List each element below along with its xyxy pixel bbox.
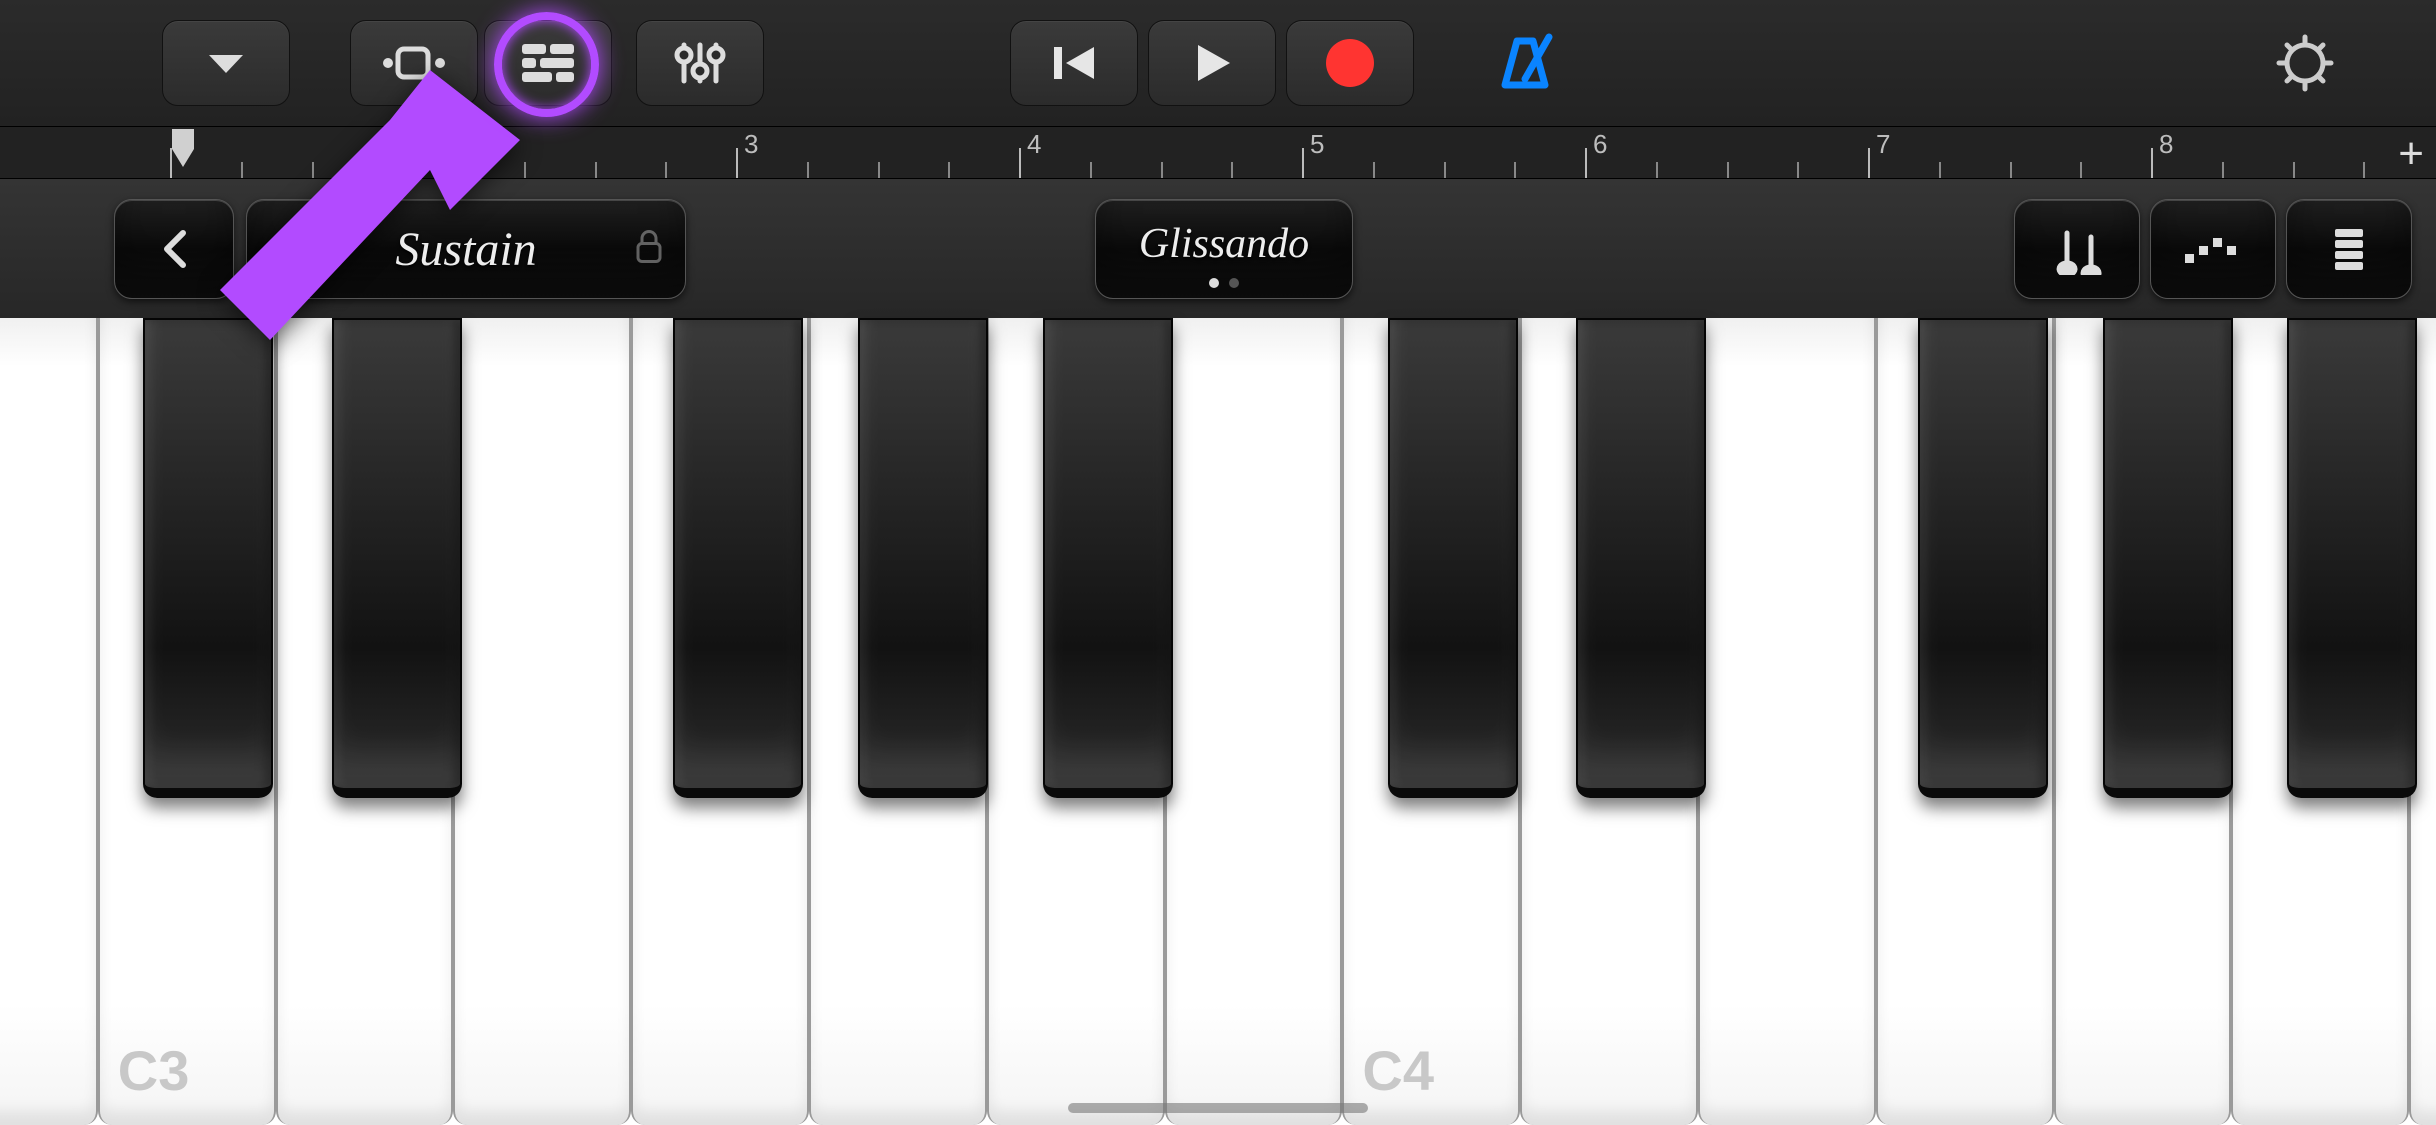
ruler-tick (1231, 162, 1233, 178)
ruler-tick (948, 162, 950, 178)
ruler-tick (1727, 162, 1729, 178)
record-button[interactable] (1286, 20, 1414, 106)
ruler-tick (1585, 148, 1587, 178)
metronome-icon (1495, 33, 1555, 93)
ruler-tick (1373, 162, 1375, 178)
ruler-tick (2151, 148, 2153, 178)
ruler-tick (807, 162, 809, 178)
ruler-tick (2363, 162, 2365, 178)
notes-icon (2049, 223, 2105, 275)
ruler-tick (665, 162, 667, 178)
ruler-bar-number: 6 (1593, 129, 1607, 160)
gear-icon (2276, 34, 2334, 92)
ruler-tick (1868, 148, 1870, 178)
arpeggiator-button[interactable] (2150, 199, 2276, 299)
ruler-bar-number: 7 (1876, 129, 1890, 160)
octave-label: C4 (1362, 1038, 1434, 1103)
white-key[interactable] (453, 318, 631, 1125)
black-key[interactable] (673, 318, 803, 798)
ruler-tick (1444, 162, 1446, 178)
ruler-tick (1514, 162, 1516, 178)
ruler-bar-number: 8 (2159, 129, 2173, 160)
ruler-tick (2222, 162, 2224, 178)
ruler-bar-number: 3 (744, 129, 758, 160)
black-key[interactable] (1043, 318, 1173, 798)
white-key[interactable] (0, 318, 98, 1125)
ruler-tick (878, 162, 880, 178)
lock-icon (635, 229, 663, 270)
ruler-tick (1939, 162, 1941, 178)
sliders-icon (674, 37, 726, 89)
play-icon (1190, 41, 1234, 85)
annotation-arrow (180, 60, 540, 420)
play-button[interactable] (1148, 20, 1276, 106)
mode-pager (1096, 278, 1352, 288)
ruler-tick (2293, 162, 2295, 178)
go-to-beginning-button[interactable] (1010, 20, 1138, 106)
keyboard-layout-icon (2329, 225, 2369, 273)
ruler-tick (2080, 162, 2082, 178)
ruler-bar-number: 4 (1027, 129, 1041, 160)
ruler-tick (1090, 162, 1092, 178)
piano-keyboard[interactable]: C3 C4 (0, 318, 2436, 1125)
black-key[interactable] (1918, 318, 2048, 798)
touch-mode-button[interactable]: Glissando (1095, 199, 1353, 299)
rewind-icon (1050, 43, 1098, 83)
track-settings-button[interactable] (636, 20, 764, 106)
black-key[interactable] (2103, 318, 2233, 798)
white-key[interactable] (1698, 318, 1876, 1125)
black-key[interactable] (2287, 318, 2417, 798)
ruler-tick (1656, 162, 1658, 178)
ruler-tick (1019, 148, 1021, 178)
metronome-button[interactable] (1480, 20, 1570, 106)
octave-label: C3 (118, 1038, 190, 1103)
ruler-tick (1161, 162, 1163, 178)
black-key[interactable] (858, 318, 988, 798)
ruler-tick (1797, 162, 1799, 178)
touch-mode-label: Glissando (1139, 220, 1309, 268)
ruler-tick (1302, 148, 1304, 178)
song-settings-button[interactable] (2260, 20, 2350, 106)
ruler-tick (736, 148, 738, 178)
ruler-tick (170, 148, 172, 178)
keyboard-layout-button[interactable] (2286, 199, 2412, 299)
add-section-button[interactable]: + (2398, 129, 2424, 179)
black-key[interactable] (1576, 318, 1706, 798)
arpeggiator-icon (2181, 232, 2245, 266)
record-icon (1324, 37, 1376, 89)
ruler-bar-number: 5 (1310, 129, 1324, 160)
chord-strips-button[interactable] (2014, 199, 2140, 299)
home-indicator (1068, 1103, 1368, 1113)
white-key[interactable] (1165, 318, 1343, 1125)
black-key[interactable] (1388, 318, 1518, 798)
ruler-tick (2010, 162, 2012, 178)
ruler-tick (595, 162, 597, 178)
